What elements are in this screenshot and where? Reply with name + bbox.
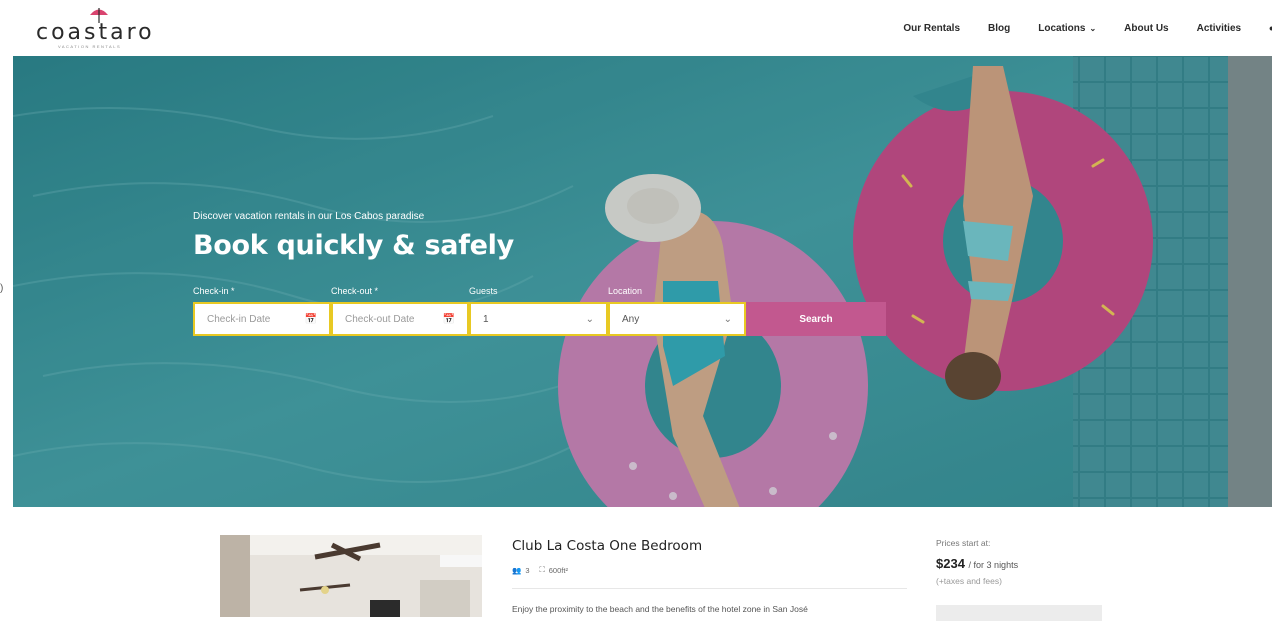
edge-fragment: ) bbox=[0, 283, 4, 294]
location-label: Location bbox=[608, 286, 643, 296]
required-mark: * bbox=[374, 286, 379, 296]
location-value: Any bbox=[622, 313, 640, 325]
checkin-label-text: Check-in bbox=[193, 286, 229, 296]
view-details-button[interactable] bbox=[936, 605, 1102, 621]
checkin-date-field[interactable]: Check-in Date 📅 bbox=[193, 302, 331, 336]
checkout-placeholder: Check-out Date bbox=[345, 313, 415, 325]
guests-icon: 👥 bbox=[512, 565, 522, 575]
checkout-label: Check-out * bbox=[331, 286, 378, 296]
chevron-down-icon: ⌄ bbox=[723, 313, 732, 325]
hero-section: Discover vacation rentals in our Los Cab… bbox=[13, 56, 1272, 507]
logo-subtext: VACATION RENTALS bbox=[58, 44, 122, 49]
fees-note: (+taxes and fees) bbox=[936, 576, 1002, 586]
area-icon: ⛶ bbox=[539, 565, 545, 574]
location-select[interactable]: Any ⌄ bbox=[608, 302, 746, 336]
logo[interactable]: coastaro VACATION RENTALS bbox=[36, 6, 156, 49]
divider bbox=[512, 588, 907, 589]
chevron-down-icon: ⌄ bbox=[585, 313, 594, 325]
guests-value: 1 bbox=[483, 313, 489, 325]
nav-blog[interactable]: Blog bbox=[988, 23, 1010, 34]
site-header: coastaro VACATION RENTALS Our Rentals Bl… bbox=[0, 0, 1272, 56]
listing-area: 600ft² bbox=[548, 565, 568, 575]
price-value: $234 bbox=[936, 556, 965, 571]
logo-text: coastaro bbox=[36, 20, 155, 45]
required-mark: * bbox=[231, 286, 235, 296]
nav-locations-label: Locations bbox=[1038, 22, 1086, 34]
nav-locations[interactable]: Locations ⌄ bbox=[1038, 23, 1096, 34]
listing-description: Enjoy the proximity to the beach and the… bbox=[512, 604, 808, 614]
nav-about-us[interactable]: About Us bbox=[1124, 23, 1168, 34]
hero-overlay bbox=[13, 56, 1272, 507]
checkin-placeholder: Check-in Date bbox=[207, 313, 271, 325]
nav-activities[interactable]: Activities bbox=[1197, 23, 1241, 34]
price-suffix: / for 3 nights bbox=[968, 560, 1019, 570]
hero-title: Book quickly & safely bbox=[193, 230, 514, 261]
price-intro: Prices start at: bbox=[936, 538, 991, 548]
main-nav: Our Rentals Blog Locations ⌄ About Us Ac… bbox=[875, 18, 1272, 38]
chevron-down-icon: ⌄ bbox=[1089, 23, 1097, 33]
checkout-date-field[interactable]: Check-out Date 📅 bbox=[331, 302, 469, 336]
nav-our-rentals[interactable]: Our Rentals bbox=[903, 23, 960, 34]
guests-select[interactable]: 1 ⌄ bbox=[469, 302, 608, 336]
search-button[interactable]: Search bbox=[746, 302, 886, 336]
calendar-icon: 📅 bbox=[304, 313, 317, 325]
checkin-label: Check-in * bbox=[193, 286, 235, 296]
listing-title[interactable]: Club La Costa One Bedroom bbox=[512, 538, 702, 554]
listing-photo[interactable] bbox=[220, 535, 482, 617]
listing-guests: 3 bbox=[525, 565, 530, 575]
calendar-icon: 📅 bbox=[442, 313, 455, 325]
listing-card: Club La Costa One Bedroom 👥 3 ⛶ 600ft² E… bbox=[195, 507, 1130, 621]
checkout-label-text: Check-out bbox=[331, 286, 373, 296]
hero-subtitle: Discover vacation rentals in our Los Cab… bbox=[193, 211, 425, 222]
listing-meta: 👥 3 ⛶ 600ft² bbox=[512, 565, 568, 575]
price: $234 / for 3 nights bbox=[936, 556, 1018, 571]
guests-label: Guests bbox=[469, 286, 498, 296]
